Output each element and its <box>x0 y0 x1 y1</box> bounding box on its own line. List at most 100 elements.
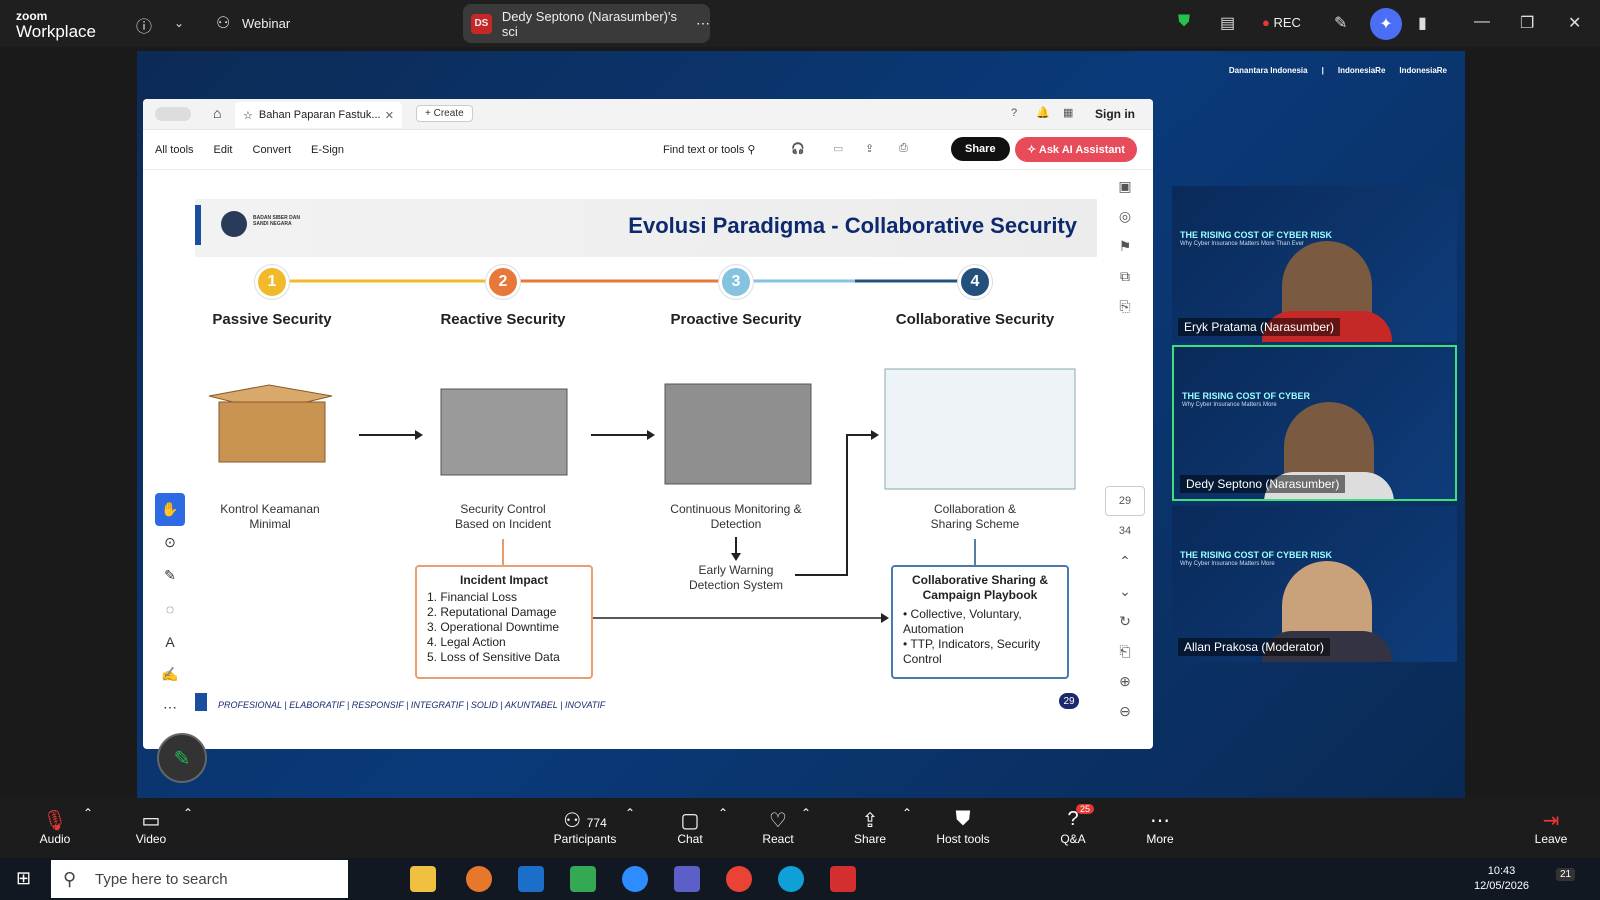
share-button[interactable]: Share <box>951 137 1010 161</box>
video-tile-active-speaker[interactable]: THE RISING COST OF CYBER Why Cyber Insura… <box>1172 345 1457 501</box>
teams-icon[interactable] <box>674 866 700 892</box>
save-icon[interactable]: ▭ <box>833 142 843 155</box>
slide: BADAN SIBER DAN SANDI NEGARA Evolusi Par… <box>195 199 1097 715</box>
menu-esign[interactable]: E-Sign <box>311 144 344 156</box>
chevron-up-icon[interactable]: ⌃ <box>183 806 193 820</box>
print-icon[interactable]: ⎙ <box>899 142 908 155</box>
ask-ai-button[interactable]: ✧ Ask AI Assistant <box>1015 137 1137 162</box>
chevron-up-icon[interactable]: ⌃ <box>83 806 93 820</box>
file-explorer-icon[interactable] <box>410 866 436 892</box>
leave-button[interactable]: ⇥ Leave <box>1516 808 1586 846</box>
bell-icon[interactable]: 🔔 <box>1036 106 1050 119</box>
avatar: DS <box>471 13 492 34</box>
edge-icon[interactable] <box>778 866 804 892</box>
restore-icon[interactable]: ❐ <box>1520 13 1534 33</box>
host-tools-button[interactable]: ⛊ Host tools <box>928 808 998 846</box>
lasso-icon[interactable]: ◌ <box>155 592 185 625</box>
participant-name: Dedy Septono (Narasumber) <box>1180 475 1346 493</box>
rec-indicator[interactable]: ● REC <box>1262 15 1301 30</box>
hand-icon[interactable]: ✋ <box>155 493 185 526</box>
sign-in-button[interactable]: Sign in <box>1095 107 1135 121</box>
more-icon[interactable]: ⋯ <box>696 15 710 32</box>
page-current[interactable]: 29 <box>1105 486 1145 516</box>
annotation-pen-button[interactable]: ✎ <box>157 733 207 783</box>
menu-edit[interactable]: Edit <box>214 144 233 156</box>
qa-button[interactable]: ? 25 Q&A <box>1038 804 1108 846</box>
create-button[interactable]: + Create <box>416 105 473 122</box>
more-button[interactable]: ⋯ More <box>1125 808 1195 846</box>
apps-icon[interactable]: ▦ <box>1063 106 1073 119</box>
playbook-box: Collaborative Sharing & Campaign Playboo… <box>891 565 1069 679</box>
chevron-up-icon[interactable]: ⌃ <box>625 806 635 820</box>
notes-icon[interactable]: ▤ <box>1220 13 1235 33</box>
sign-icon[interactable]: ✍ <box>155 658 185 691</box>
left-tool-rail: ✋ ⊙ ✎ ◌ A ✍ ⋯ <box>155 493 185 724</box>
menu-convert[interactable]: Convert <box>253 144 292 156</box>
chevron-up-icon[interactable]: ⌃ <box>1105 546 1145 576</box>
attachment-icon[interactable]: ⎘ <box>1105 291 1145 321</box>
rotate-icon[interactable]: ↻ <box>1105 606 1145 636</box>
text-select-icon[interactable]: A <box>155 625 185 658</box>
exit-share-icon[interactable]: ▮ <box>1418 13 1427 33</box>
taskbar-search-input[interactable]: ⚲ Type here to search <box>51 860 348 898</box>
zoom-app-icon[interactable] <box>622 866 648 892</box>
more-tools-icon[interactable]: ⋯ <box>155 691 185 724</box>
search-icon: ⚲ <box>747 144 756 156</box>
video-tile[interactable]: THE RISING COST OF CYBER RISK Why Cyber I… <box>1172 506 1457 662</box>
meeting-controls: 🎙 Audio ⌃ ▭ Video ⌃ ⚇ 774 Participants ⌃ ▢ C… <box>0 798 1600 858</box>
sidebar-toggle-icon[interactable] <box>155 107 191 121</box>
comment-add-icon[interactable]: ⊙ <box>155 526 185 559</box>
video-button[interactable]: ▭ Video <box>116 808 186 846</box>
upload-icon[interactable]: ⇪ <box>865 142 874 155</box>
zoom-in-icon[interactable]: ⊕ <box>1105 666 1145 696</box>
video-tile[interactable]: THE RISING COST OF CYBER RISK Why Cyber I… <box>1172 186 1457 342</box>
close-tab-icon[interactable]: ✕ <box>385 109 394 122</box>
pages-icon[interactable]: ⧉ <box>1105 261 1145 291</box>
home-icon[interactable]: ⌂ <box>213 105 221 121</box>
chat-button[interactable]: ▢ Chat <box>655 808 725 846</box>
chevron-up-icon[interactable]: ⌃ <box>801 806 811 820</box>
audio-button[interactable]: 🎙 Audio <box>20 808 90 846</box>
camera-icon: ▭ <box>141 810 161 832</box>
chevron-up-icon[interactable]: ⌃ <box>902 806 912 820</box>
system-clock[interactable]: 10:43 12/05/2026 <box>1474 864 1529 894</box>
ai-companion-icon[interactable]: ✦ <box>1370 8 1402 40</box>
screen-share-indicator[interactable]: DS Dedy Septono (Narasumber)'s sci ⋯ <box>463 4 710 43</box>
firefox-icon[interactable] <box>466 866 492 892</box>
share-screen-button[interactable]: ⇪ Share <box>835 808 905 846</box>
menu-all-tools[interactable]: All tools <box>155 144 194 156</box>
minimize-icon[interactable]: — <box>1474 13 1490 31</box>
star-icon[interactable]: ☆ <box>243 109 253 122</box>
windows-start-icon[interactable]: ⊞ <box>16 868 31 889</box>
extract-icon[interactable]: ⎗ <box>1105 636 1145 666</box>
info-icon[interactable]: ⓘ <box>136 13 152 37</box>
comment-icon[interactable]: ▣ <box>1105 171 1145 201</box>
chevron-up-icon[interactable]: ⌃ <box>718 806 728 820</box>
caption-2: Security Control Based on Incident <box>454 502 552 531</box>
document-tab[interactable]: ☆ Bahan Paparan Fastuk... ✕ <box>235 102 402 128</box>
chevron-down-icon[interactable]: ⌄ <box>1105 576 1145 606</box>
highlight-icon[interactable]: ✎ <box>155 559 185 592</box>
qa-badge: 25 <box>1076 804 1095 814</box>
acrobat-icon[interactable] <box>830 866 856 892</box>
close-icon[interactable]: ✕ <box>1568 13 1581 33</box>
annotate-icon[interactable]: ✎ <box>1334 13 1347 33</box>
notification-badge[interactable]: 21 <box>1556 868 1576 881</box>
outlook-icon[interactable] <box>518 866 544 892</box>
chevron-down-icon[interactable]: ⌄ <box>174 16 184 30</box>
google-drive-icon[interactable] <box>570 866 596 892</box>
bookmark-icon[interactable]: ⚑ <box>1105 231 1145 261</box>
find-tools-input[interactable]: Find text or tools ⚲ <box>663 143 755 156</box>
participants-button[interactable]: ⚇ 774 Participants <box>540 808 630 846</box>
read-aloud-icon[interactable]: 🎧 <box>791 142 805 155</box>
step-1-badge: 1 <box>255 265 289 299</box>
qa-icon: ? 25 <box>1038 804 1108 832</box>
help-icon[interactable]: ? <box>1011 107 1017 119</box>
ai-summary-icon[interactable]: ◎ <box>1105 201 1145 231</box>
chrome-icon[interactable] <box>726 866 752 892</box>
step-1: 1 Passive Security <box>162 265 382 328</box>
shield-icon[interactable]: ⛊ <box>1178 13 1190 31</box>
step-3: 3 Proactive Security <box>626 265 846 328</box>
step-4-badge: 4 <box>958 265 992 299</box>
zoom-out-icon[interactable]: ⊖ <box>1105 696 1145 726</box>
